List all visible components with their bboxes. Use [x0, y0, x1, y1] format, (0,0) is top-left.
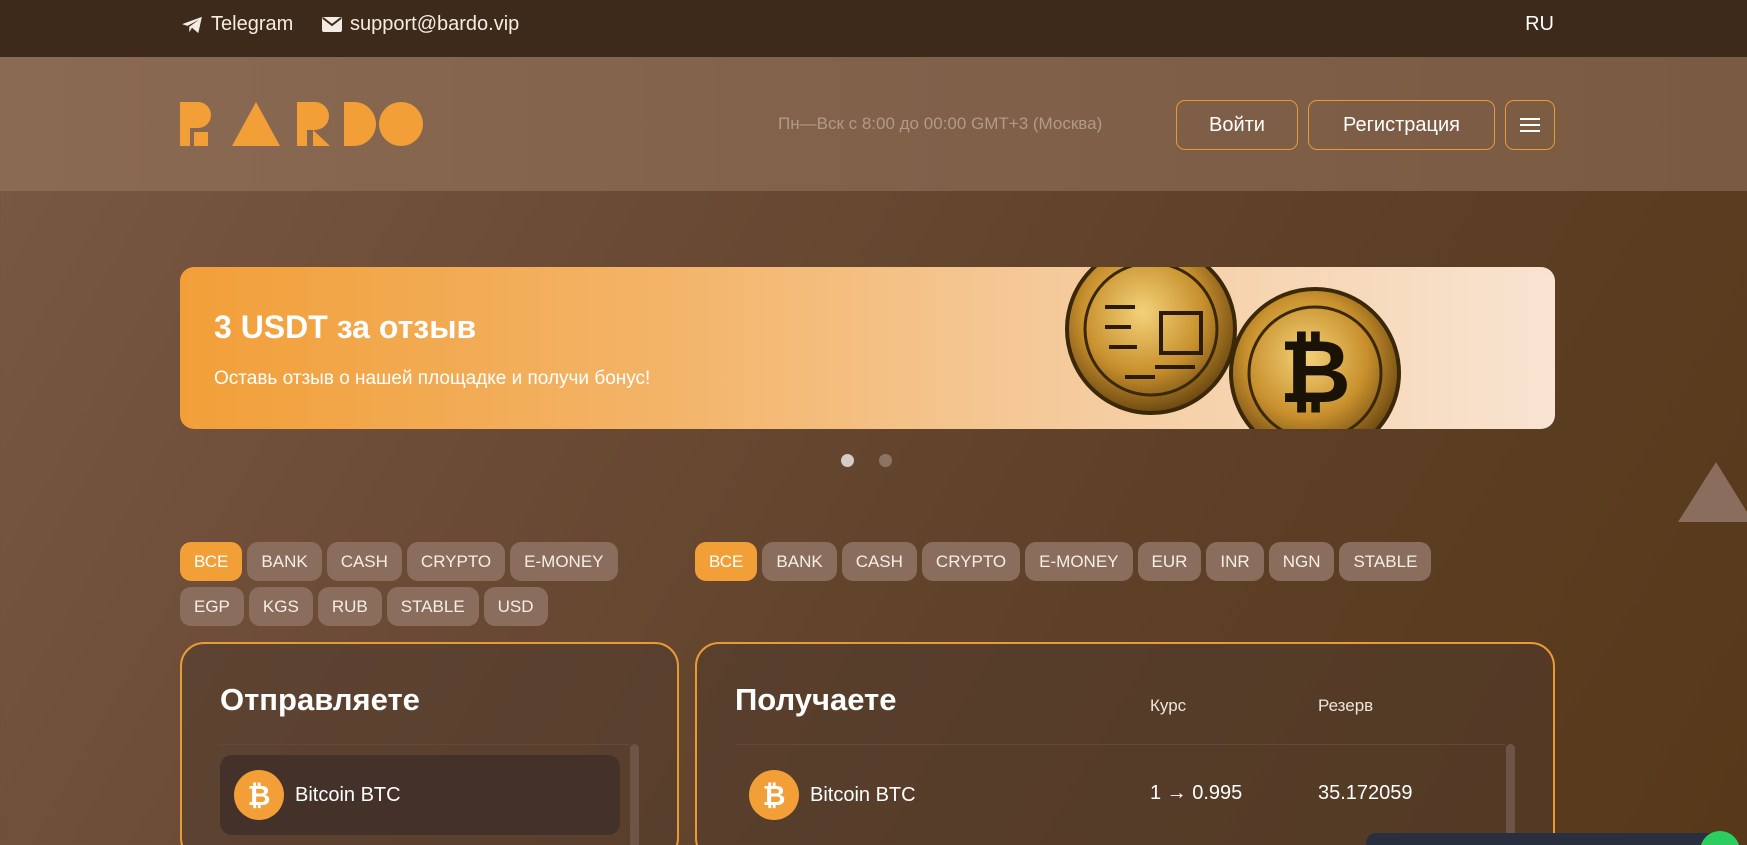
- receive-filters: ВСЕ BANK CASH CRYPTO E-MONEY EUR INR NGN…: [695, 542, 1555, 581]
- svg-text:₿: ₿: [248, 780, 271, 810]
- hamburger-icon: [1520, 118, 1540, 132]
- send-scrollbar[interactable]: [630, 744, 639, 845]
- telegram-link[interactable]: Telegram: [181, 13, 293, 36]
- banner-title: 3 USDT за отзыв: [214, 309, 477, 345]
- bitcoin-icon: ₿: [749, 770, 799, 820]
- send-filter-cash[interactable]: CASH: [326, 542, 402, 581]
- receive-scrollbar[interactable]: [1506, 744, 1515, 845]
- send-filter-bank[interactable]: BANK: [247, 542, 322, 581]
- chat-widget[interactable]: [1366, 833, 1719, 845]
- receive-filter-emoney[interactable]: E-MONEY: [1025, 542, 1133, 581]
- bitcoin-coins-image: ₿: [1065, 267, 1401, 429]
- receive-filter-stable[interactable]: STABLE: [1339, 542, 1432, 581]
- send-panel-title: Отправляете: [220, 682, 420, 717]
- send-filter-all[interactable]: ВСЕ: [180, 542, 243, 581]
- receive-filter-all[interactable]: ВСЕ: [695, 542, 758, 581]
- svg-text:₿: ₿: [763, 780, 786, 810]
- receive-filter-bank[interactable]: BANK: [762, 542, 837, 581]
- send-filter-rub[interactable]: RUB: [317, 587, 382, 626]
- send-filter-emoney[interactable]: E-MONEY: [510, 542, 618, 581]
- email-link[interactable]: support@bardo.vip: [322, 13, 519, 36]
- rate-column-header: Курс: [1150, 696, 1187, 715]
- send-filter-crypto[interactable]: CRYPTO: [406, 542, 506, 581]
- working-hours: Пн—Вск с 8:00 до 00:00 GMT+3 (Москва): [778, 114, 1103, 133]
- carousel-dots: [841, 454, 892, 467]
- login-button[interactable]: Войти: [1176, 100, 1298, 150]
- receive-filter-crypto[interactable]: CRYPTO: [921, 542, 1021, 581]
- receive-filter-eur[interactable]: EUR: [1137, 542, 1202, 581]
- send-filters: ВСЕ BANK CASH CRYPTO E-MONEY EGP KGS RUB…: [180, 542, 650, 626]
- receive-panel-title: Получаете: [735, 682, 897, 717]
- register-button[interactable]: Регистрация: [1308, 100, 1495, 150]
- mail-icon: [322, 17, 342, 32]
- send-filter-stable[interactable]: STABLE: [386, 587, 479, 626]
- telegram-icon: [182, 16, 202, 33]
- telegram-label: Telegram: [211, 13, 294, 35]
- send-filter-egp[interactable]: EGP: [180, 587, 244, 626]
- rate-value: 1 → 0.995: [1150, 782, 1243, 804]
- email-label: support@bardo.vip: [350, 13, 520, 35]
- receive-filter-ngn[interactable]: NGN: [1268, 542, 1335, 581]
- carousel-dot-1[interactable]: [841, 454, 854, 467]
- language-switcher[interactable]: RU: [1525, 13, 1554, 36]
- site-header: Пн—Вск с 8:00 до 00:00 GMT+3 (Москва) Во…: [0, 57, 1747, 191]
- send-filter-usd[interactable]: USD: [483, 587, 548, 626]
- reserve-value: 35.172059: [1318, 782, 1413, 804]
- banner-subtitle: Оставь отзыв о нашей площадке и получи б…: [214, 368, 651, 389]
- bardo-logo-icon: [180, 102, 423, 146]
- send-currency-item[interactable]: ₿ Bitcoin BTC: [220, 755, 620, 835]
- reserve-column-header: Резерв: [1318, 696, 1374, 715]
- carousel-dot-2[interactable]: [879, 454, 892, 467]
- receive-filter-inr[interactable]: INR: [1206, 542, 1264, 581]
- receive-filter-cash[interactable]: CASH: [841, 542, 917, 581]
- send-currency-name: Bitcoin BTC: [295, 783, 401, 806]
- receive-currency-name: Bitcoin BTC: [810, 783, 916, 806]
- promo-banner[interactable]: 3 USDT за отзыв Оставь отзыв о нашей пло…: [180, 267, 1555, 429]
- send-divider: [220, 744, 630, 745]
- receive-panel: Получаете Курс Резерв ₿ Bitcoin BTC 1 → …: [695, 642, 1555, 845]
- menu-button[interactable]: [1505, 100, 1555, 150]
- top-bar: Telegram support@bardo.vip RU: [0, 0, 1747, 57]
- send-filter-kgs[interactable]: KGS: [248, 587, 313, 626]
- brand-logo[interactable]: [180, 102, 423, 151]
- receive-divider: [735, 744, 1505, 745]
- bitcoin-icon: ₿: [234, 770, 284, 820]
- svg-text:₿: ₿: [1279, 320, 1351, 423]
- send-panel: Отправляете ₿ Bitcoin BTC: [180, 642, 679, 845]
- scroll-top-triangle-icon[interactable]: [1678, 462, 1747, 522]
